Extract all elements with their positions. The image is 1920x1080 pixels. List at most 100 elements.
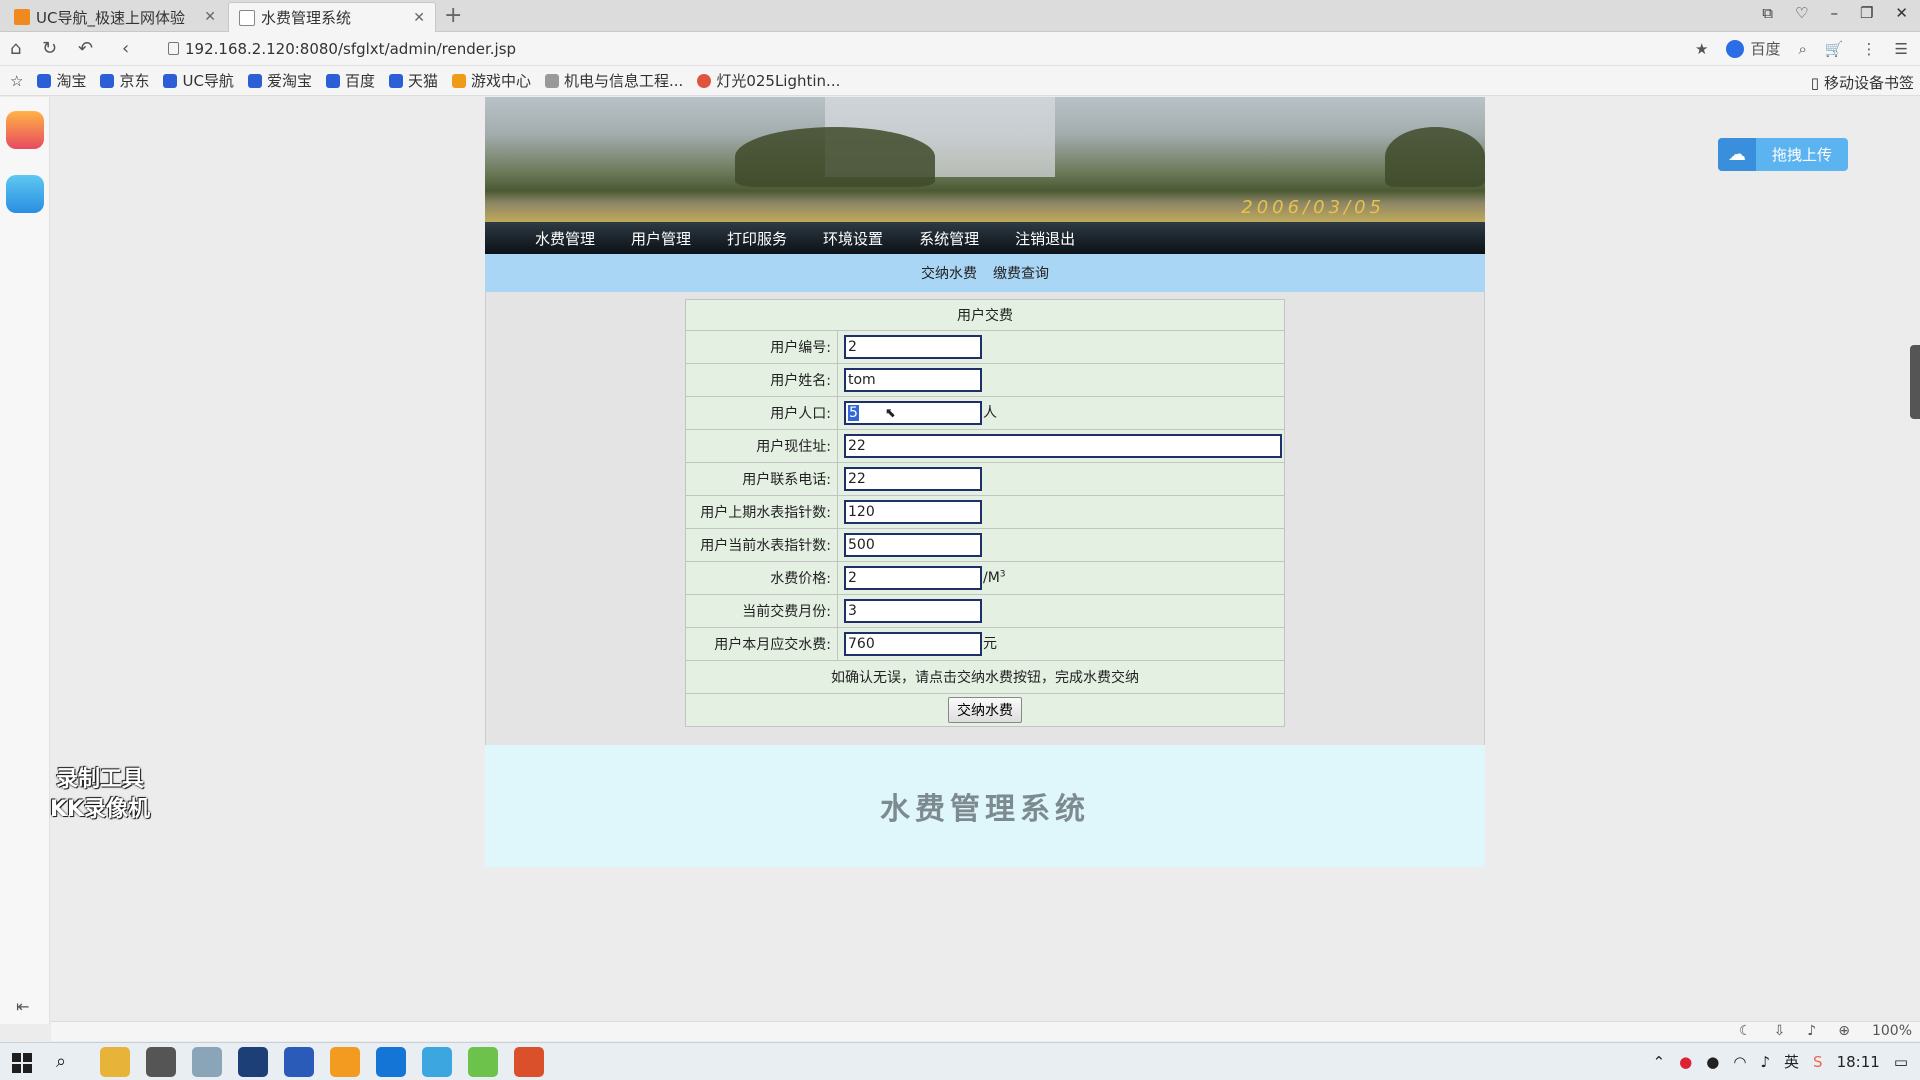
network-icon[interactable] xyxy=(422,1047,452,1077)
undo-icon[interactable]: ↶ xyxy=(78,38,93,59)
wifi-icon[interactable]: ◠ xyxy=(1733,1053,1746,1071)
population-input[interactable]: 5 ⬉ xyxy=(844,401,982,425)
close-window-button[interactable]: ✕ xyxy=(1895,4,1908,22)
nav-user-management[interactable]: 用户管理 xyxy=(631,228,691,249)
bookmark-icon xyxy=(388,73,403,88)
cart-icon[interactable]: 🛒 xyxy=(1825,40,1844,58)
page-viewport: 2006/03/05 水费管理 用户管理 打印服务 环境设置 系统管理 注销退出… xyxy=(51,97,1920,1024)
tab-title: 水费管理系统 xyxy=(261,9,352,27)
bookmark-taobao[interactable]: 淘宝 xyxy=(37,70,86,91)
ime-indicator[interactable]: 英 xyxy=(1784,1051,1799,1072)
app-icon[interactable] xyxy=(468,1047,498,1077)
drag-upload-button[interactable]: ☁ 拖拽上传 xyxy=(1718,138,1848,171)
bookmark-jd[interactable]: 京东 xyxy=(100,70,149,91)
close-icon[interactable]: ✕ xyxy=(413,10,425,26)
address-input[interactable]: 22 xyxy=(844,434,1282,458)
download-icon[interactable]: ⇩ xyxy=(1774,1023,1786,1039)
antivirus-icon[interactable]: ● xyxy=(1679,1053,1692,1071)
skin-icon[interactable]: ♡ xyxy=(1795,4,1808,22)
file-explorer-icon[interactable] xyxy=(100,1047,130,1077)
bookmark-uc[interactable]: UC导航 xyxy=(163,70,234,91)
amount-due-input[interactable]: 760 xyxy=(844,632,982,656)
bookmark-label: 游戏中心 xyxy=(470,72,531,90)
home-icon[interactable]: ⌂ xyxy=(10,38,21,59)
app-icon[interactable] xyxy=(238,1047,268,1077)
price-unit-superscript: 3 xyxy=(999,569,1006,580)
user-id-input[interactable]: 2 xyxy=(844,335,982,359)
search-engine-selector[interactable]: 百度 xyxy=(1726,38,1780,59)
nav-environment-settings[interactable]: 环境设置 xyxy=(823,228,883,249)
word-icon[interactable] xyxy=(284,1047,314,1077)
teamviewer-icon[interactable] xyxy=(376,1047,406,1077)
lightbulb-app-icon[interactable] xyxy=(6,175,44,213)
back-icon[interactable]: ‹ xyxy=(122,38,129,59)
menu-icon[interactable]: ☰ xyxy=(1895,40,1908,58)
user-name-input[interactable]: tom xyxy=(844,368,982,392)
notification-icon[interactable]: ▭ xyxy=(1894,1053,1908,1071)
tab-uc-nav[interactable]: UC导航_极速上网体验 ✕ xyxy=(4,2,226,32)
chevron-up-icon[interactable]: ⌃ xyxy=(1653,1053,1666,1071)
field-label: 用户现住址: xyxy=(685,429,838,463)
bookmarks-star-icon[interactable]: ☆ xyxy=(10,72,23,90)
windows-start-icon[interactable] xyxy=(12,1053,32,1073)
folder-icon xyxy=(545,73,559,88)
speaker-icon[interactable]: ♪ xyxy=(1760,1053,1770,1071)
subnav-pay-fee[interactable]: 交纳水费 xyxy=(921,263,977,283)
pay-fee-button[interactable]: 交纳水费 xyxy=(948,697,1022,723)
volume-icon[interactable]: ♪ xyxy=(1807,1023,1816,1039)
bookmark-icon xyxy=(697,73,712,88)
uc-browser-icon[interactable] xyxy=(330,1047,360,1077)
browser-sidebar: ⇤ xyxy=(0,97,50,1024)
new-tab-button[interactable]: + xyxy=(444,3,462,28)
split-view-icon[interactable]: ⧉ xyxy=(1762,4,1773,22)
selected-text: 5 xyxy=(848,405,859,421)
app-icon[interactable] xyxy=(146,1047,176,1077)
current-meter-input[interactable]: 500 xyxy=(844,533,982,557)
last-meter-input[interactable]: 120 xyxy=(844,500,982,524)
recorder-icon[interactable] xyxy=(514,1047,544,1077)
nav-system-management[interactable]: 系统管理 xyxy=(919,228,979,249)
bookmark-games[interactable]: 游戏中心 xyxy=(451,70,531,91)
zoom-level[interactable]: 100% xyxy=(1872,1023,1912,1039)
side-scroll-handle[interactable] xyxy=(1910,345,1920,419)
night-mode-icon[interactable]: ☾ xyxy=(1739,1023,1752,1039)
nav-print-service[interactable]: 打印服务 xyxy=(727,228,787,249)
nav-water-fee[interactable]: 水费管理 xyxy=(535,228,595,249)
clock[interactable]: 18:11 xyxy=(1837,1053,1880,1071)
zoom-icon[interactable]: ⊕ xyxy=(1838,1023,1850,1039)
minimize-button[interactable]: – xyxy=(1830,4,1838,22)
subnav-payment-query[interactable]: 缴费查询 xyxy=(993,263,1049,283)
close-icon[interactable]: ✕ xyxy=(204,9,216,25)
field-label: 用户上期水表指针数: xyxy=(685,495,838,529)
shop-app-icon[interactable] xyxy=(6,111,44,149)
restore-button[interactable]: ❐ xyxy=(1860,4,1873,22)
sogou-icon[interactable]: S xyxy=(1813,1053,1823,1071)
water-system-page: 2006/03/05 水费管理 用户管理 打印服务 环境设置 系统管理 注销退出… xyxy=(485,97,1485,867)
cloud-icon: ☁ xyxy=(1718,138,1756,171)
search-icon[interactable]: ⌕ xyxy=(56,1051,66,1072)
refresh-icon[interactable]: ↻ xyxy=(42,38,57,59)
bookmark-lighting[interactable]: 灯光025Lightin... xyxy=(697,70,840,91)
browser-status-bar: ☾ ⇩ ♪ ⊕ 100% xyxy=(51,1021,1920,1041)
nav-logout[interactable]: 注销退出 xyxy=(1015,228,1075,249)
bookmark-aitaobao[interactable]: 爱淘宝 xyxy=(247,70,312,91)
collapse-sidebar-icon[interactable]: ⇤ xyxy=(16,997,29,1016)
app-icon[interactable] xyxy=(192,1047,222,1077)
bookmark-baidu[interactable]: 百度 xyxy=(325,70,375,91)
more-icon[interactable]: ⋮ xyxy=(1862,40,1877,58)
bookmark-star-icon[interactable]: ★ xyxy=(1695,40,1708,58)
url-field[interactable]: 192.168.2.120:8080/sfglxt/admin/render.j… xyxy=(168,40,516,58)
qq-icon[interactable]: ● xyxy=(1706,1053,1719,1071)
bookmark-icon xyxy=(163,73,178,88)
page-info-icon xyxy=(168,42,179,55)
bookmark-jidian[interactable]: 机电与信息工程... xyxy=(545,70,683,91)
phone-input[interactable]: 22 xyxy=(844,467,982,491)
tab-water-system[interactable]: 水费管理系统 ✕ xyxy=(228,2,436,32)
mobile-bookmarks[interactable]: ▯ 移动设备书签 xyxy=(1811,72,1914,93)
bookmark-tmall[interactable]: 天猫 xyxy=(388,70,438,91)
month-input[interactable]: 3 xyxy=(844,599,982,623)
mouse-cursor-icon: ⬉ xyxy=(884,405,896,421)
bookmark-label: 天猫 xyxy=(407,72,438,90)
price-input[interactable]: 2 xyxy=(844,566,982,590)
search-icon[interactable]: ⌕ xyxy=(1798,40,1806,58)
